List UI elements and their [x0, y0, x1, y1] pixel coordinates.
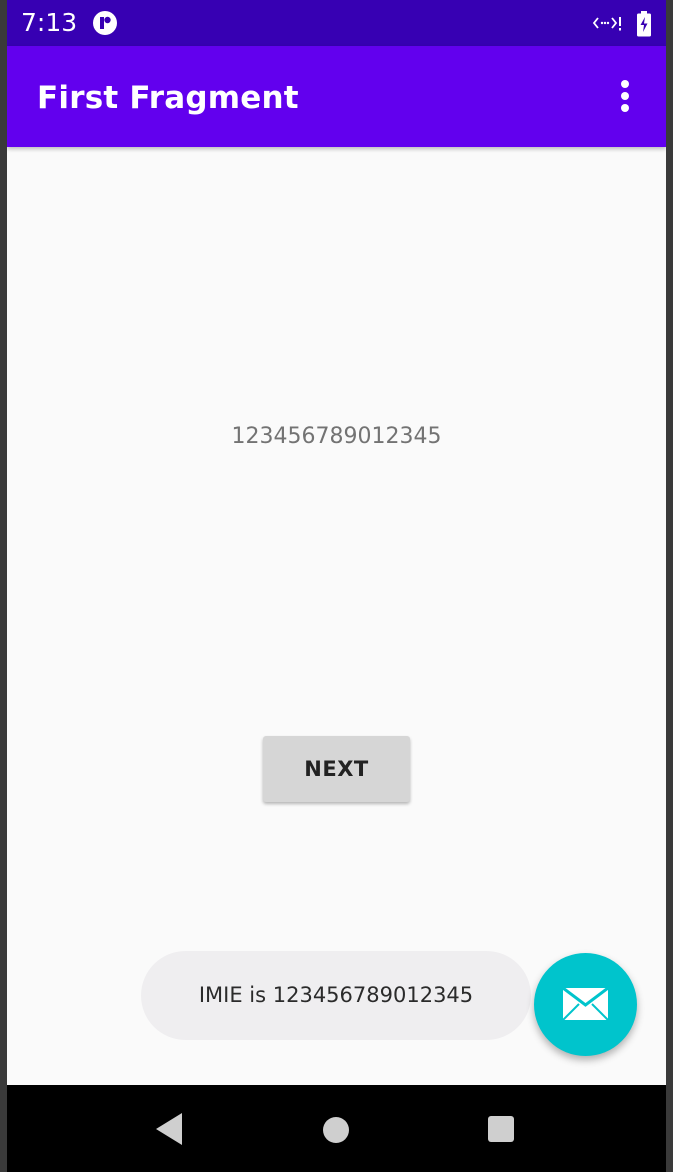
home-circle-icon[interactable] [320, 1114, 352, 1146]
fragment-content: 123456789012345 NEXT IMIE is 12345678901… [7, 147, 666, 1085]
app-bar: First Fragment [7, 46, 666, 147]
toast-message: IMIE is 123456789012345 [141, 951, 531, 1040]
page-title: First Fragment [37, 80, 299, 116]
no-network-icon [592, 13, 624, 33]
imei-value-text: 123456789012345 [231, 424, 442, 449]
next-button[interactable]: NEXT [263, 736, 410, 802]
battery-charging-icon [636, 11, 652, 37]
email-fab-button[interactable] [534, 953, 637, 1056]
back-triangle-icon[interactable] [154, 1111, 186, 1147]
navigation-bar [7, 1085, 666, 1172]
app-screen: 7:13 First Fragment 123456789012345 NEXT… [7, 0, 666, 1172]
mail-icon [562, 987, 609, 1021]
recents-square-icon[interactable] [487, 1115, 515, 1143]
app-notification-icon [92, 10, 118, 36]
more-vert-icon[interactable] [605, 74, 645, 118]
status-time: 7:13 [21, 8, 78, 37]
status-bar: 7:13 [7, 0, 666, 46]
